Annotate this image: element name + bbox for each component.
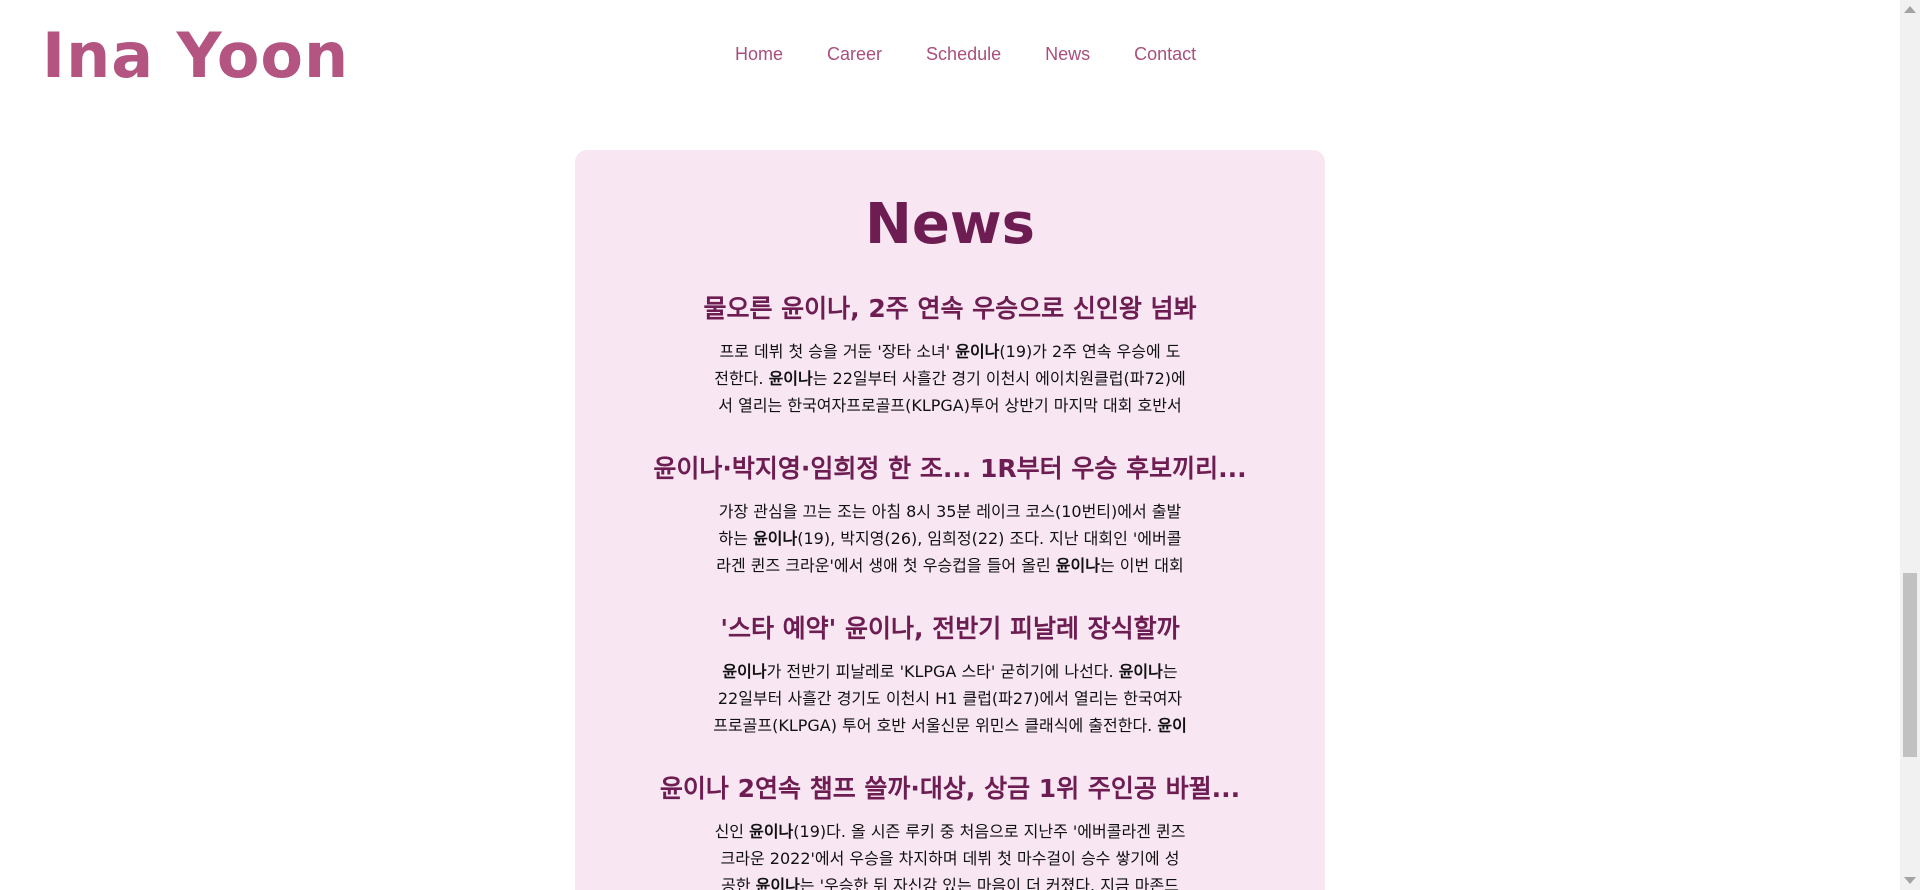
summary-line: 공한 윤이나는 '우승한 뒤 자신감 있는 마음이 더 커졌다. 지금 마존드 (700, 872, 1200, 890)
scrollbar-thumb[interactable] (1903, 573, 1917, 757)
summary-line: 신인 윤이나(19)다. 올 시즌 루키 중 처음으로 지난주 '에버콜라겐 퀸… (714, 822, 1186, 841)
news-article: '스타 예약' 윤이나, 전반기 피날레 장식할까 윤이나가 전반기 피날레로 … (575, 612, 1325, 739)
summary-line: 프로 데뷔 첫 승을 거둔 '장타 소녀' 윤이나(19)가 2주 연속 우승에… (719, 342, 1181, 361)
nav-news[interactable]: News (1045, 40, 1090, 68)
highlighted-name: 윤이나 (1055, 556, 1100, 575)
news-title: News (865, 192, 1035, 257)
highlighted-name: 윤이나 (768, 369, 813, 388)
article-summary: 신인 윤이나(19)다. 올 시즌 루키 중 처음으로 지난주 '에버콜라겐 퀸… (700, 818, 1200, 890)
site-header: Ina Yoon Home Career Schedule News Conta… (0, 0, 1900, 110)
scroll-up-arrow-icon[interactable] (1904, 6, 1916, 13)
nav-home[interactable]: Home (735, 40, 783, 68)
highlighted-name: 윤이나 (1118, 662, 1163, 681)
highlighted-name: 윤이 (1157, 716, 1187, 735)
summary-line: 하는 윤이나(19), 박지영(26), 임희정(22) 조다. 지난 대회인 … (718, 529, 1182, 548)
nav-contact[interactable]: Contact (1134, 40, 1196, 68)
news-article: 윤이나·박지영·임희정 한 조... 1R부터 우승 후보끼리... 가장 관심… (575, 452, 1325, 579)
article-summary: 윤이나가 전반기 피날레로 'KLPGA 스타' 굳히기에 나선다. 윤이나는 2… (700, 658, 1200, 739)
summary-line: 가장 관심을 끄는 조는 아침 8시 35분 레이크 코스(10번티)에서 출발 (718, 502, 1182, 521)
article-title[interactable]: 윤이나·박지영·임희정 한 조... 1R부터 우승 후보끼리... (620, 452, 1280, 486)
nav-schedule[interactable]: Schedule (926, 40, 1001, 68)
highlighted-name: 윤이나 (749, 822, 794, 841)
highlighted-name: 윤이나 (755, 876, 800, 890)
summary-line: 22일부터 사흘간 경기도 이천시 H1 클럽(파27)에서 열리는 한국여자 (717, 689, 1183, 708)
highlighted-name: 윤이나 (722, 662, 767, 681)
summary-line: 서 열리는 한국여자프로골프(KLPGA)투어 상반기 마지막 대회 호반서 (718, 396, 1182, 415)
summary-line: 라겐 퀸즈 크라운'에서 생애 첫 우승컵을 들어 올린 윤이나는 이번 대회 (716, 556, 1184, 575)
summary-line: 크라운 2022'에서 우승을 차지하며 데뷔 첫 마수걸이 승수 쌓기에 성 (720, 849, 1180, 868)
news-article: 물오른 윤이나, 2주 연속 우승으로 신인왕 넘봐 프로 데뷔 첫 승을 거둔… (575, 292, 1325, 419)
article-title[interactable]: 윤이나 2연속 챔프 쓸까·대상, 상금 1위 주인공 바뀔... (620, 772, 1280, 806)
scroll-down-arrow-icon[interactable] (1904, 877, 1916, 884)
highlighted-name: 윤이나 (955, 342, 1000, 361)
news-section: News 물오른 윤이나, 2주 연속 우승으로 신인왕 넘봐 프로 데뷔 첫 … (575, 150, 1325, 890)
article-summary: 가장 관심을 끄는 조는 아침 8시 35분 레이크 코스(10번티)에서 출발… (700, 498, 1200, 579)
article-summary: 프로 데뷔 첫 승을 거둔 '장타 소녀' 윤이나(19)가 2주 연속 우승에… (700, 338, 1200, 419)
summary-line: 윤이나가 전반기 피날레로 'KLPGA 스타' 굳히기에 나선다. 윤이나는 (722, 662, 1178, 681)
summary-line: 프로골프(KLPGA) 투어 호반 서울신문 위민스 클래식에 출전한다. 윤이 (713, 716, 1187, 735)
vertical-scrollbar[interactable] (1900, 0, 1920, 890)
site-logo[interactable]: Ina Yoon (42, 16, 349, 96)
nav-career[interactable]: Career (827, 40, 882, 68)
article-title[interactable]: 물오른 윤이나, 2주 연속 우승으로 신인왕 넘봐 (620, 292, 1280, 326)
highlighted-name: 윤이나 (753, 529, 798, 548)
article-title[interactable]: '스타 예약' 윤이나, 전반기 피날레 장식할까 (620, 612, 1280, 646)
summary-line: 전한다. 윤이나는 22일부터 사흘간 경기 이천시 에이치원클럽(파72)에 (714, 369, 1186, 388)
news-article: 윤이나 2연속 챔프 쓸까·대상, 상금 1위 주인공 바뀔... 신인 윤이나… (575, 772, 1325, 890)
